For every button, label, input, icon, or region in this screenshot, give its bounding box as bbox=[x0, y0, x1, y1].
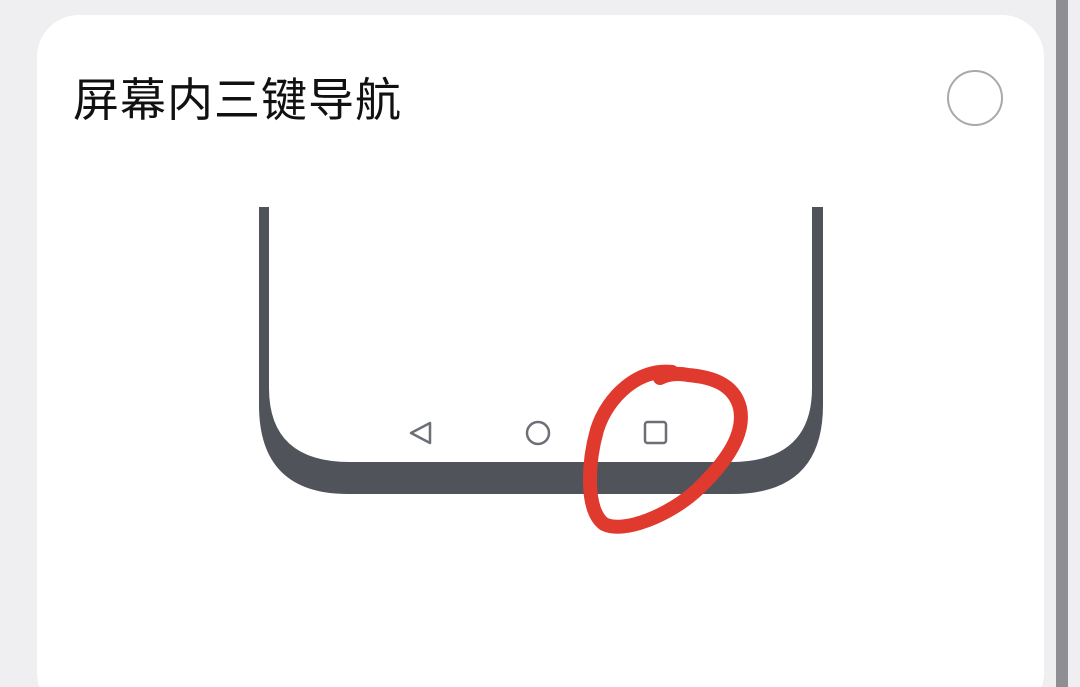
back-triangle-icon bbox=[409, 421, 432, 445]
red-annotation-circle bbox=[582, 364, 748, 534]
home-circle-icon bbox=[525, 420, 551, 446]
phone-frame-outline bbox=[259, 207, 823, 494]
recents-square-icon bbox=[643, 420, 668, 445]
three-key-navigation-illustration bbox=[259, 207, 823, 534]
navigation-settings-page: 屏幕内三键导航 bbox=[0, 0, 1080, 687]
